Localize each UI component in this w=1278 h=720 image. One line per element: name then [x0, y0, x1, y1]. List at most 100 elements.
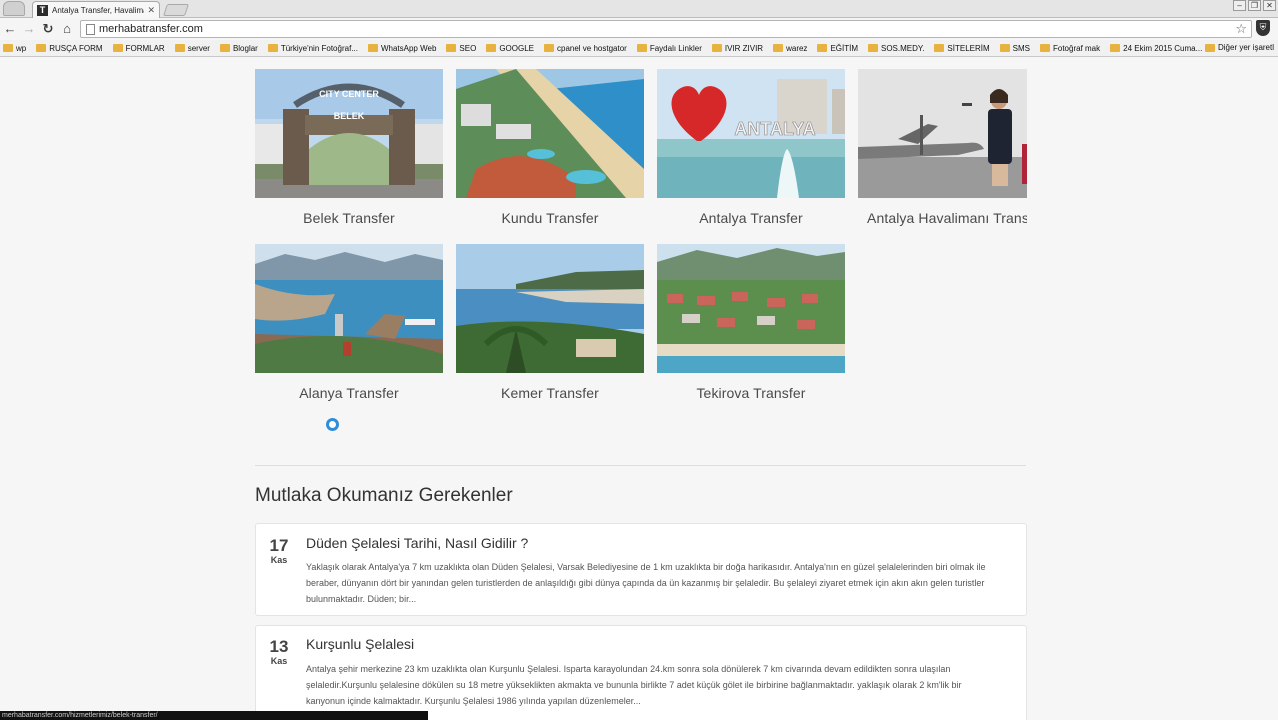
other-bookmarks[interactable]: Diğer yer işaretl	[1204, 43, 1274, 52]
service-label[interactable]: Belek Transfer	[255, 210, 443, 226]
bookmark-item[interactable]: warez	[773, 44, 807, 53]
bookmark-item[interactable]: wp	[3, 44, 26, 53]
folder-icon	[636, 44, 647, 52]
loading-spinner-icon	[326, 418, 339, 431]
bookmark-item[interactable]: SİTELERİM	[934, 44, 990, 53]
tab-strip: T Antalya Transfer, Havalimanı ✕ – ❐ ✕	[0, 0, 1278, 18]
folder-icon	[446, 44, 457, 52]
bookmark-item[interactable]: Fotoğraf mak	[1040, 44, 1100, 53]
tekirova-resort-photo[interactable]	[657, 244, 845, 373]
service-card-alanya[interactable]: Alanya Transfer	[255, 244, 443, 401]
browser-toolbar: ← → ↻ ⌂ merhabatransfer.com ☆ ⛨	[0, 18, 1278, 40]
close-window-icon[interactable]: ✕	[1263, 0, 1276, 11]
reload-icon[interactable]: ↻	[40, 21, 56, 37]
bookmark-label: IVIR ZIVIR	[724, 43, 764, 53]
folder-icon	[267, 44, 278, 52]
beach-resort-photo[interactable]	[456, 69, 644, 198]
post-title-link[interactable]: Düden Şelalesi Tarihi, Nasıl Gidilir ?	[306, 535, 528, 551]
bookmark-label: Fotoğraf mak	[1053, 43, 1101, 53]
service-card-kemer[interactable]: Kemer Transfer	[456, 244, 644, 401]
service-card-tekirova[interactable]: Tekirova Transfer	[657, 244, 845, 401]
folder-icon	[773, 44, 784, 52]
post-day: 13	[269, 637, 289, 656]
post-date: 17 Kas	[264, 536, 294, 566]
back-icon[interactable]: ←	[2, 21, 18, 37]
bookmark-item[interactable]: RUSÇA FORM	[36, 44, 103, 53]
bookmark-item[interactable]: SOS.MEDY.	[868, 44, 924, 53]
post-card[interactable]: 17 Kas Düden Şelalesi Tarihi, Nasıl Gidi…	[255, 523, 1027, 616]
bookmark-item[interactable]: EĞİTİM	[817, 44, 858, 53]
bookmark-item[interactable]: SMS	[999, 44, 1030, 53]
bookmark-label: Türkiye'nin Fotoğraf...	[280, 43, 358, 53]
service-label[interactable]: Kemer Transfer	[456, 385, 644, 401]
bookmark-star-icon[interactable]: ☆	[1235, 21, 1247, 37]
service-label[interactable]: Antalya Transfer	[657, 210, 845, 226]
alanya-harbor-photo[interactable]	[255, 244, 443, 373]
post-excerpt: Yaklaşık olarak Antalya'ya 7 km uzaklıkt…	[306, 559, 1018, 607]
service-card-antalya[interactable]: ANTALYA Antalya Transfer	[657, 69, 845, 226]
folder-icon	[1110, 44, 1121, 52]
bookmark-label: Bloglar	[232, 43, 258, 53]
arch-sign-text: CITY CENTER	[319, 89, 379, 99]
url-text: merhabatransfer.com	[99, 23, 203, 35]
antalya-sign-photo[interactable]: ANTALYA	[657, 69, 845, 198]
post-title-link[interactable]: Kurşunlu Şelalesi	[306, 636, 414, 652]
service-label[interactable]: Antalya Havalimanı Transfer	[858, 210, 1027, 226]
forward-icon[interactable]: →	[21, 21, 37, 37]
folder-icon	[367, 44, 378, 52]
service-card-kundu[interactable]: Kundu Transfer	[456, 69, 644, 226]
bookmark-item[interactable]: server	[174, 43, 210, 53]
city-center-arch-photo[interactable]: CITY CENTER BELEK	[255, 69, 443, 198]
bookmark-item[interactable]: 24 Ekim 2015 Cuma...	[1110, 44, 1202, 53]
kemer-coast-photo[interactable]	[456, 244, 644, 373]
bookmark-label: EĞİTİM	[830, 43, 858, 53]
bookmark-item[interactable]: IVIR ZIVIR	[711, 43, 764, 53]
folder-icon	[3, 44, 13, 52]
minimize-icon[interactable]: –	[1233, 0, 1246, 11]
home-icon[interactable]: ⌂	[59, 21, 75, 37]
page-content: CITY CENTER BELEK Belek Transfer Kundu T…	[0, 58, 1278, 720]
service-label[interactable]: Tekirova Transfer	[657, 385, 845, 401]
page-icon	[86, 24, 95, 35]
excerpt-line: beraber, dünyanın dört bir yanından gele…	[306, 578, 985, 588]
folder-icon	[1040, 44, 1050, 52]
service-label[interactable]: Kundu Transfer	[456, 210, 644, 226]
post-card[interactable]: 13 Kas Kurşunlu Şelalesi Antalya şehir m…	[255, 625, 1027, 720]
restore-icon[interactable]: ❐	[1248, 0, 1261, 11]
address-bar[interactable]: merhabatransfer.com ☆	[80, 20, 1252, 38]
bookmark-label: WhatsApp Web	[380, 43, 437, 53]
folder-icon	[999, 44, 1010, 52]
status-bar-url: merhabatransfer.com/hizmetlerimiz/belek-…	[0, 711, 428, 720]
bookmark-item[interactable]: WhatsApp Web	[367, 43, 437, 53]
new-tab-button[interactable]	[163, 4, 189, 16]
bookmark-label: Faydalı Linkler	[649, 43, 702, 53]
bookmark-item[interactable]: FORMLAR	[112, 44, 165, 53]
airport-photo[interactable]	[858, 69, 1027, 198]
airport-card-clip: Antalya Havalimanı Transfer	[858, 69, 1027, 226]
incognito-icon	[3, 1, 25, 16]
browser-tab[interactable]: T Antalya Transfer, Havalimanı ✕	[32, 1, 160, 18]
bookmark-label: 24 Ekim 2015 Cuma...	[1123, 43, 1203, 53]
bookmark-item[interactable]: cpanel ve hostgator	[544, 44, 627, 53]
service-card-airport[interactable]: Antalya Havalimanı Transfer	[858, 69, 1046, 226]
bookmark-item[interactable]: Faydalı Linkler	[636, 43, 702, 53]
service-label[interactable]: Alanya Transfer	[255, 385, 443, 401]
bookmark-item[interactable]: Bloglar	[219, 43, 258, 53]
folder-icon	[817, 44, 828, 52]
section-divider	[255, 465, 1026, 466]
bookmark-item[interactable]: Türkiye'nin Fotoğraf...	[267, 43, 358, 53]
tab-title: Antalya Transfer, Havalimanı	[52, 5, 145, 15]
bookmark-item[interactable]: GOOGLE	[486, 44, 534, 53]
bookmark-label: server	[187, 43, 210, 53]
folder-icon	[868, 44, 878, 52]
bookmark-label: GOOGLE	[499, 43, 534, 53]
tab-close-icon[interactable]: ✕	[147, 5, 155, 16]
excerpt-line: kanyonun içinde kalmaktadır. Kurşunlu Şe…	[306, 696, 641, 706]
folder-icon	[711, 44, 722, 52]
service-card-belek[interactable]: CITY CENTER BELEK Belek Transfer	[255, 69, 443, 226]
post-day: 17	[269, 536, 289, 555]
extension-shield-icon[interactable]: ⛨	[1256, 20, 1270, 36]
excerpt-line: Yaklaşık olarak Antalya'ya 7 km uzaklıkt…	[306, 562, 986, 572]
bookmark-item[interactable]: SEO	[446, 44, 476, 53]
folder-icon	[219, 44, 230, 52]
